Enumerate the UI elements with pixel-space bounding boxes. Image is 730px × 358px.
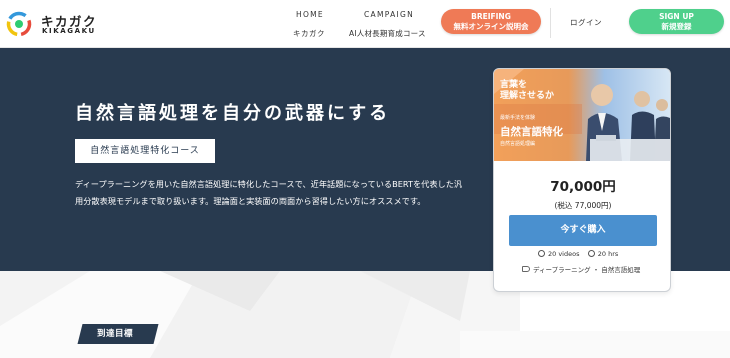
video-count: 20 videos [548, 250, 580, 258]
play-icon [538, 249, 545, 257]
signup-subtitle: 新規登録 [661, 22, 692, 31]
nav-campaign[interactable]: CAMPAIGN [364, 10, 414, 19]
briefing-subtitle: 無料オンライン説明会 [453, 22, 529, 31]
course-meta: 20 videos 20 hrs [538, 249, 619, 258]
site-header: キカガク KIKAGAKU HOME CAMPAIGN キカガク AI人材長期育… [0, 0, 730, 48]
brand-subtitle[interactable]: KIKAGAKU [42, 27, 96, 35]
course-thumbnail[interactable]: 言葉を 理解させるか 最新手法を体験 自然言語特化 自然言語処理編 [494, 69, 670, 161]
header-divider [550, 8, 551, 38]
signup-button[interactable]: SIGN UP 新規登録 [629, 9, 724, 34]
thumbnail-line-2: 理解させるか [500, 91, 555, 101]
clock-icon [587, 249, 595, 257]
page-title: 自然言語処理を自分の武器にする [75, 103, 391, 124]
course-price-tax: (税込 77,000円) [554, 201, 612, 210]
thumbnail-line-4: 自然言語特化 [500, 126, 563, 138]
course-price: 70,000円 [550, 179, 616, 195]
thumbnail-line-1: 言葉を [500, 80, 528, 90]
briefing-button[interactable]: BREIFING 無料オンライン説明会 [441, 9, 541, 34]
nav-ai-course[interactable]: AI人材長期育成コース [349, 28, 426, 39]
thumbnail-headline: 言葉を 理解させるか [500, 80, 554, 102]
kikagaku-logo-icon[interactable] [5, 10, 33, 38]
course-tags: ディープラーニング ・ 自然言語処理 [522, 264, 640, 274]
buy-now-button[interactable]: 今すぐ購入 [509, 215, 657, 246]
nav-home[interactable]: HOME [296, 10, 324, 19]
thumbnail-line-5: 自然言語処理編 [500, 141, 536, 147]
goal-heading: 到達目標 [97, 329, 134, 339]
course-tag-text: ディープラーニング ・ 自然言語処理 [533, 266, 641, 274]
thumbnail-line-3: 最新手法を体験 [500, 115, 536, 121]
login-link[interactable]: ログイン [570, 17, 602, 28]
course-hours: 20 hrs [597, 250, 619, 258]
course-card: 言葉を 理解させるか 最新手法を体験 自然言語特化 自然言語処理編 70,000… [493, 68, 671, 292]
course-description: ディープラーニングを用いた自然言語処理に特化したコースで、近年話題になっているB… [75, 179, 463, 206]
nav-kikagaku[interactable]: キカガク [293, 28, 325, 39]
course-label: 自然言語処理特化コース [75, 139, 215, 163]
signup-title: SIGN UP [659, 12, 694, 21]
briefing-title: BREIFING [471, 12, 511, 21]
tag-icon [522, 266, 530, 272]
